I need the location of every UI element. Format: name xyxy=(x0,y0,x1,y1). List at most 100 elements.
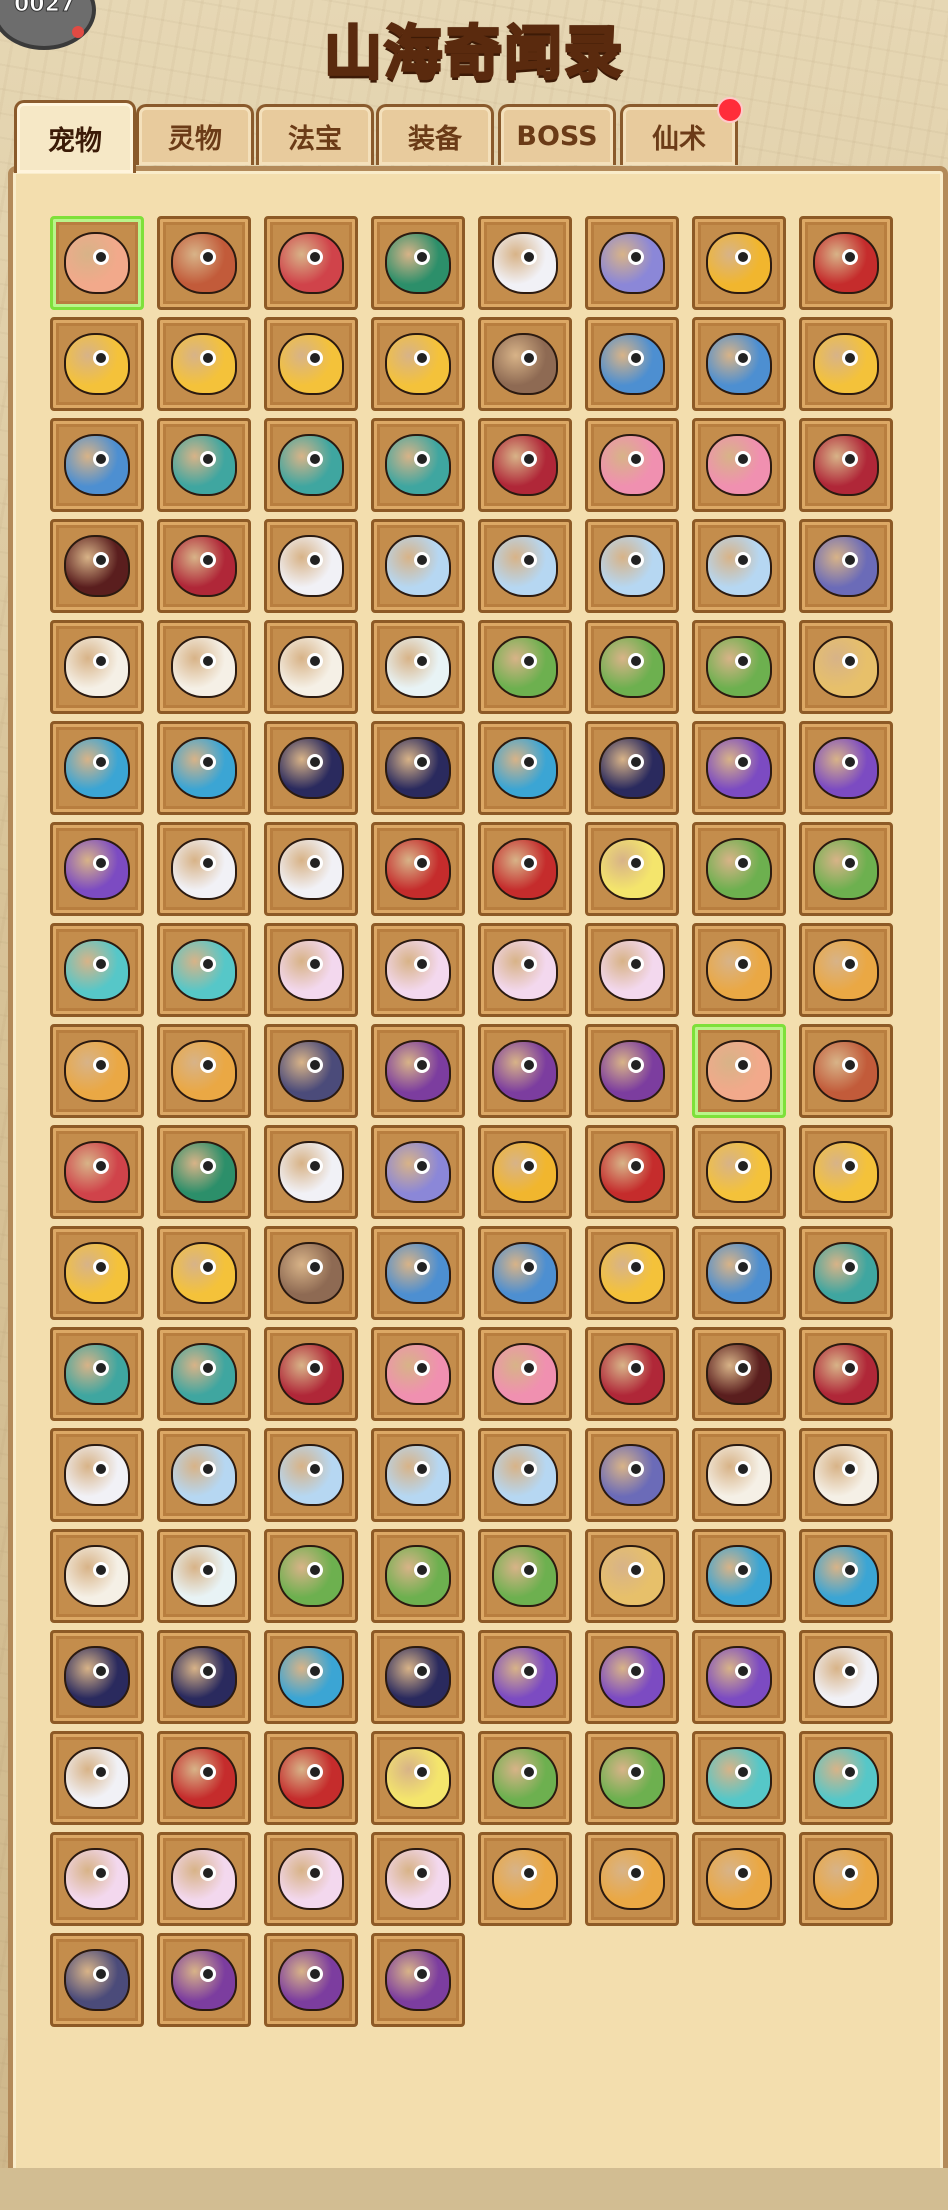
pet-slot[interactable] xyxy=(371,1630,465,1724)
pet-slot[interactable] xyxy=(478,620,572,714)
pet-slot[interactable] xyxy=(264,822,358,916)
pet-slot[interactable] xyxy=(264,1832,358,1926)
pet-slot[interactable] xyxy=(50,519,144,613)
pet-slot[interactable] xyxy=(585,822,679,916)
pet-slot[interactable] xyxy=(371,1529,465,1623)
pet-slot[interactable] xyxy=(50,1327,144,1421)
pet-slot[interactable] xyxy=(50,923,144,1017)
pet-slot[interactable] xyxy=(371,1731,465,1825)
pet-slot[interactable] xyxy=(264,1226,358,1320)
pet-slot[interactable] xyxy=(585,216,679,310)
pet-slot[interactable] xyxy=(799,721,893,815)
pet-slot[interactable] xyxy=(478,519,572,613)
pet-slot[interactable] xyxy=(371,1327,465,1421)
pet-slot[interactable] xyxy=(692,1024,786,1118)
pet-slot[interactable] xyxy=(692,1428,786,1522)
pet-slot[interactable] xyxy=(157,418,251,512)
tab-spells[interactable]: 仙术 xyxy=(620,97,743,165)
pet-slot[interactable] xyxy=(478,721,572,815)
pet-slot[interactable] xyxy=(157,1832,251,1926)
pet-slot[interactable] xyxy=(799,923,893,1017)
pet-slot[interactable] xyxy=(692,822,786,916)
pet-slot[interactable] xyxy=(585,1024,679,1118)
pet-slot[interactable] xyxy=(157,822,251,916)
pet-slot[interactable] xyxy=(478,1529,572,1623)
pet-slot[interactable] xyxy=(692,721,786,815)
pet-slot[interactable] xyxy=(585,1832,679,1926)
pet-slot[interactable] xyxy=(50,1428,144,1522)
pet-slot[interactable] xyxy=(585,317,679,411)
pet-slot[interactable] xyxy=(799,620,893,714)
pet-slot[interactable] xyxy=(585,1226,679,1320)
pet-slot[interactable] xyxy=(799,1731,893,1825)
pet-slot[interactable] xyxy=(585,923,679,1017)
pet-slot[interactable] xyxy=(692,1125,786,1219)
pet-slot[interactable] xyxy=(478,1832,572,1926)
pet-slot[interactable] xyxy=(478,1428,572,1522)
pet-slot[interactable] xyxy=(157,923,251,1017)
pet-slot[interactable] xyxy=(692,519,786,613)
tab-boss[interactable]: BOSS xyxy=(498,104,616,165)
pet-slot[interactable] xyxy=(478,317,572,411)
pet-slot[interactable] xyxy=(157,1630,251,1724)
pet-slot[interactable] xyxy=(478,822,572,916)
pet-slot[interactable] xyxy=(50,1832,144,1926)
pet-slot[interactable] xyxy=(585,1327,679,1421)
pet-slot[interactable] xyxy=(50,1024,144,1118)
pet-slot[interactable] xyxy=(50,1529,144,1623)
pet-slot[interactable] xyxy=(692,620,786,714)
pet-slot[interactable] xyxy=(799,1428,893,1522)
pet-slot[interactable] xyxy=(371,923,465,1017)
pet-slot[interactable] xyxy=(692,1630,786,1724)
pet-slot[interactable] xyxy=(50,317,144,411)
pet-slot[interactable] xyxy=(264,519,358,613)
pet-slot[interactable] xyxy=(371,1125,465,1219)
pet-slot[interactable] xyxy=(264,1630,358,1724)
pet-slot[interactable] xyxy=(50,620,144,714)
pet-slot[interactable] xyxy=(50,1731,144,1825)
pet-slot[interactable] xyxy=(799,216,893,310)
pet-slot[interactable] xyxy=(264,317,358,411)
pet-slot[interactable] xyxy=(799,1630,893,1724)
pet-slot[interactable] xyxy=(478,923,572,1017)
pet-slot[interactable] xyxy=(50,1125,144,1219)
pet-slot[interactable] xyxy=(585,1529,679,1623)
pet-slot[interactable] xyxy=(585,721,679,815)
pet-slot[interactable] xyxy=(371,519,465,613)
pet-slot[interactable] xyxy=(371,1933,465,2027)
pet-slot[interactable] xyxy=(585,519,679,613)
pet-slot[interactable] xyxy=(50,1226,144,1320)
pet-slot[interactable] xyxy=(799,1327,893,1421)
pet-slot[interactable] xyxy=(692,1529,786,1623)
pet-slot[interactable] xyxy=(157,1125,251,1219)
pet-slot[interactable] xyxy=(478,418,572,512)
pet-slot[interactable] xyxy=(478,216,572,310)
pet-slot[interactable] xyxy=(157,1428,251,1522)
pet-slot[interactable] xyxy=(157,1933,251,2027)
pet-slot[interactable] xyxy=(585,418,679,512)
pet-slot[interactable] xyxy=(264,216,358,310)
pet-slot[interactable] xyxy=(799,317,893,411)
pet-slot[interactable] xyxy=(264,1024,358,1118)
pet-slot[interactable] xyxy=(157,721,251,815)
tab-pets[interactable]: 宠物 xyxy=(14,100,136,173)
pet-slot[interactable] xyxy=(264,1125,358,1219)
pet-slot[interactable] xyxy=(692,418,786,512)
tab-artifacts[interactable]: 法宝 xyxy=(256,104,374,165)
pet-slot[interactable] xyxy=(264,1529,358,1623)
tab-equipment[interactable]: 装备 xyxy=(376,104,494,165)
pet-slot[interactable] xyxy=(799,1226,893,1320)
pet-slot[interactable] xyxy=(50,1630,144,1724)
pet-slot[interactable] xyxy=(585,1731,679,1825)
pet-slot[interactable] xyxy=(371,418,465,512)
pet-slot[interactable] xyxy=(157,317,251,411)
pet-slot[interactable] xyxy=(157,620,251,714)
pet-slot[interactable] xyxy=(799,1125,893,1219)
pet-slot[interactable] xyxy=(371,1832,465,1926)
pet-slot[interactable] xyxy=(371,620,465,714)
tab-spirits[interactable]: 灵物 xyxy=(136,104,254,165)
pet-slot[interactable] xyxy=(264,1933,358,2027)
pet-slot[interactable] xyxy=(478,1226,572,1320)
pet-slot[interactable] xyxy=(692,1731,786,1825)
pet-slot[interactable] xyxy=(264,418,358,512)
